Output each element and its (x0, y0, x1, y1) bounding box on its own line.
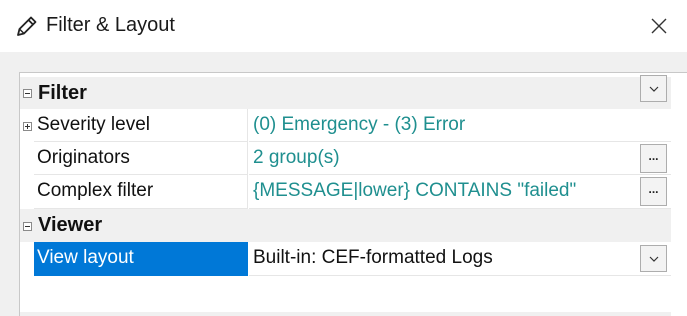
originators-edit-button[interactable]: ... (640, 144, 667, 173)
gutter (20, 109, 34, 142)
plus-icon[interactable] (23, 122, 32, 131)
property-grid: Filter Severity level (0) Emergency - (3… (19, 72, 687, 316)
property-name: View layout (34, 242, 248, 276)
title-bar: Filter & Layout (0, 0, 687, 52)
category-label: Viewer (38, 214, 103, 236)
chevron-down-icon (649, 86, 659, 92)
gutter (20, 209, 34, 242)
property-value[interactable]: (0) Emergency - (3) Error (249, 109, 671, 142)
category-label: Filter (38, 82, 87, 104)
window-title: Filter & Layout (46, 14, 175, 36)
pencil-icon (14, 13, 40, 39)
property-value[interactable]: 2 group(s) (249, 142, 671, 175)
close-button[interactable] (645, 12, 673, 40)
gutter (20, 175, 34, 209)
gutter (20, 242, 34, 276)
property-name: Severity level (34, 109, 248, 142)
view-layout-dropdown-button[interactable] (640, 245, 667, 272)
property-name: Originators (34, 142, 248, 175)
scroll-track[interactable] (20, 312, 671, 316)
property-row-severity-level[interactable]: Severity level (0) Emergency - (3) Error (20, 109, 671, 142)
gutter (20, 77, 34, 109)
filter-dropdown-button[interactable] (640, 75, 667, 102)
gutter (20, 142, 34, 175)
property-value[interactable]: Built-in: CEF-formatted Logs (249, 242, 671, 276)
property-row-view-layout[interactable]: View layout Built-in: CEF-formatted Logs (20, 242, 671, 276)
property-name: Complex filter (34, 175, 248, 209)
property-value[interactable]: {MESSAGE|lower} CONTAINS "failed" (249, 175, 671, 209)
category-filter[interactable]: Filter (20, 77, 671, 109)
minus-icon[interactable] (23, 89, 32, 98)
complex-filter-edit-button[interactable]: ... (640, 177, 667, 206)
property-row-complex-filter[interactable]: Complex filter {MESSAGE|lower} CONTAINS … (20, 175, 671, 209)
minus-icon[interactable] (23, 222, 32, 231)
category-viewer[interactable]: Viewer (20, 209, 671, 242)
property-row-originators[interactable]: Originators 2 group(s) (20, 142, 671, 175)
chevron-down-icon (649, 256, 659, 262)
close-icon (651, 18, 667, 34)
